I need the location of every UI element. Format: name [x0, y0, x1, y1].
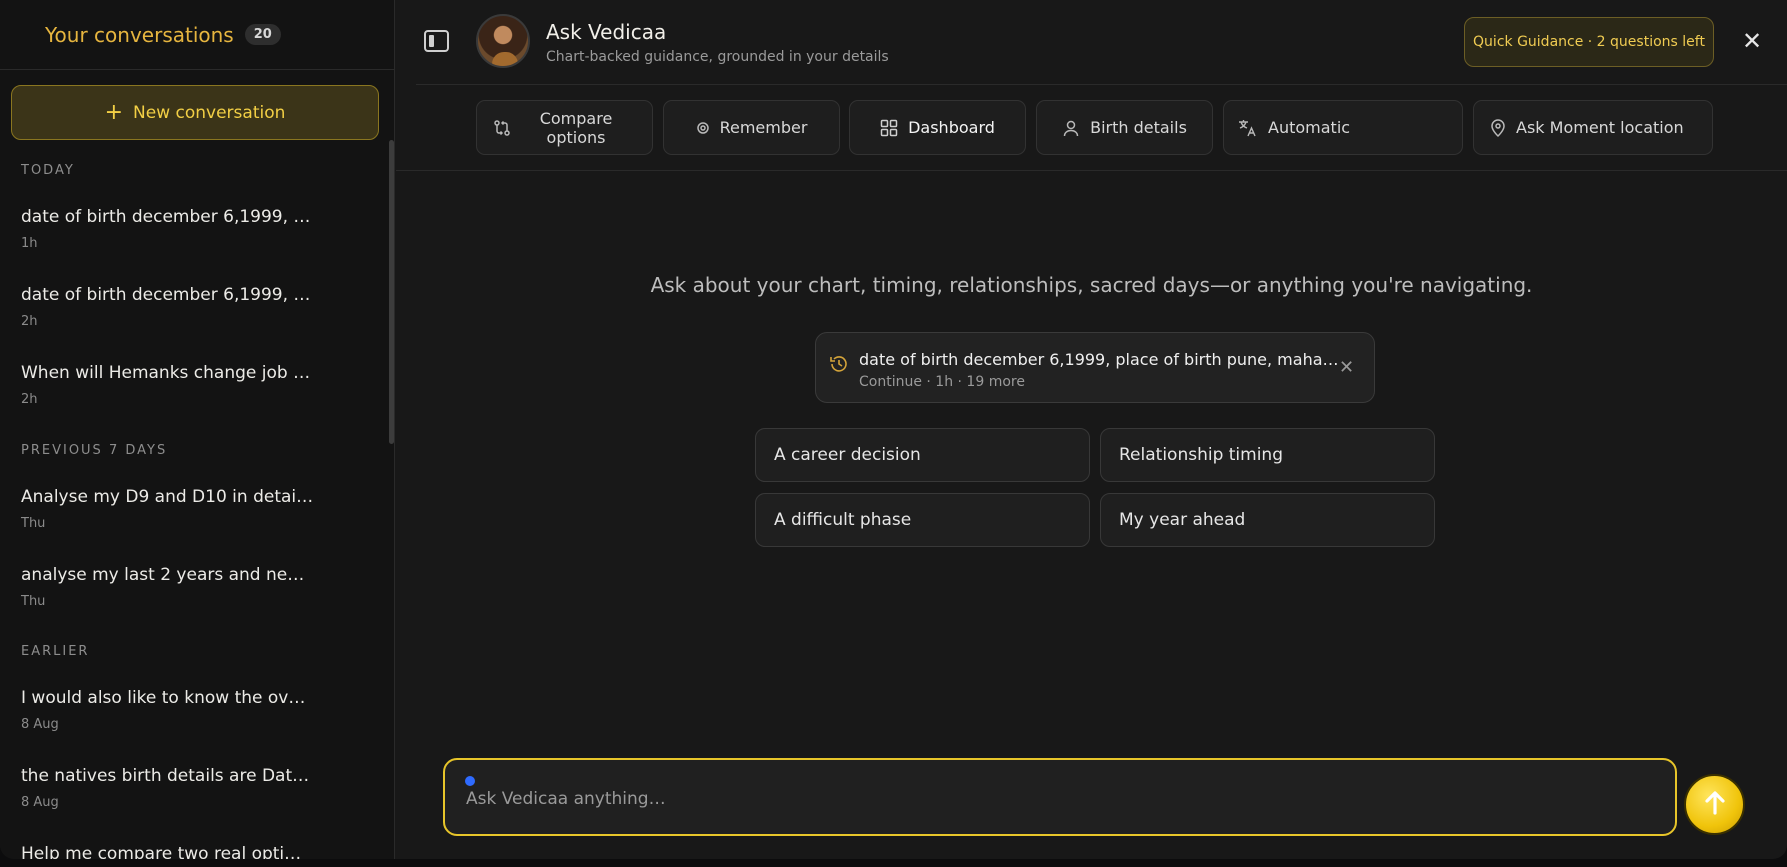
- resume-conversation-meta: Continue · 1h · 19 more: [859, 374, 1025, 390]
- remember-label: Remember: [719, 118, 808, 137]
- conversation-title: analyse my last 2 years and ne…: [21, 565, 305, 585]
- conversation-item[interactable]: Help me compare two real opti…: [21, 844, 321, 859]
- empty-state-prompt: Ask about your chart, timing, relationsh…: [650, 273, 1533, 297]
- translate-icon: [1238, 119, 1258, 137]
- group-label-earlier: EARLIER: [21, 644, 90, 659]
- conversation-title: date of birth december 6,1999, …: [21, 285, 311, 305]
- conversation-item[interactable]: the natives birth details are Dat… 8 Aug: [21, 766, 321, 810]
- suggestion-chip[interactable]: My year ahead: [1100, 493, 1435, 547]
- remember-button[interactable]: Remember: [663, 100, 840, 155]
- resume-conversation-card[interactable]: date of birth december 6,1999, place of …: [815, 332, 1375, 403]
- assistant-name: Ask Vedicaa: [546, 20, 667, 44]
- conversation-list: TODAY date of birth december 6,1999, … 1…: [0, 150, 388, 859]
- assistant-avatar: [476, 14, 530, 68]
- dismiss-icon[interactable]: ✕: [1339, 357, 1354, 378]
- suggestion-chip[interactable]: A career decision: [755, 428, 1090, 482]
- compare-icon: [493, 119, 511, 137]
- sidebar-toggle-icon[interactable]: [424, 30, 449, 52]
- conversation-title: I would also like to know the ov…: [21, 688, 306, 708]
- ask-moment-location-button[interactable]: Ask Moment location: [1473, 100, 1713, 155]
- chat-header: Ask Vedicaa Chart-backed guidance, groun…: [396, 0, 1787, 84]
- group-label-today: TODAY: [21, 163, 75, 178]
- conversation-sidebar: Your conversations 20 + New conversation…: [0, 0, 395, 859]
- dashboard-button[interactable]: Dashboard: [849, 100, 1026, 155]
- person-icon: [1062, 119, 1080, 137]
- birth-details-label: Birth details: [1090, 118, 1187, 137]
- history-icon: [829, 354, 849, 379]
- dashboard-grid-icon: [880, 119, 898, 137]
- compare-options-button[interactable]: Compare options: [476, 100, 653, 155]
- language-select[interactable]: Automatic: [1223, 100, 1463, 155]
- sidebar-title: Your conversations: [45, 22, 234, 47]
- compare-options-label: Compare options: [539, 108, 613, 147]
- conversation-time: Thu: [21, 516, 46, 531]
- conversation-title: When will Hemanks change job …: [21, 363, 311, 383]
- conversation-item[interactable]: Analyse my D9 and D10 in detai… Thu: [21, 487, 321, 531]
- suggestion-chip[interactable]: Relationship timing: [1100, 428, 1435, 482]
- assistant-subtitle: Chart-backed guidance, grounded in your …: [546, 49, 889, 65]
- conversation-time: 2h: [21, 314, 38, 329]
- conversation-item[interactable]: When will Hemanks change job … 2h: [21, 363, 321, 407]
- app-window: Your conversations 20 + New conversation…: [0, 0, 1787, 859]
- plus-icon: +: [104, 99, 124, 125]
- conversation-item[interactable]: date of birth december 6,1999, … 1h: [21, 207, 321, 251]
- conversation-time: 8 Aug: [21, 795, 59, 810]
- conversation-time: 8 Aug: [21, 717, 59, 732]
- conversation-item[interactable]: I would also like to know the ov… 8 Aug: [21, 688, 321, 732]
- resume-conversation-title: date of birth december 6,1999, place of …: [859, 350, 1339, 369]
- new-conversation-button[interactable]: + New conversation: [11, 85, 379, 140]
- conversation-item[interactable]: analyse my last 2 years and ne… Thu: [21, 565, 321, 609]
- conversation-title: Help me compare two real opti…: [21, 844, 302, 859]
- sidebar-scrollbar[interactable]: [389, 140, 394, 444]
- conversation-count-badge: 20: [244, 24, 281, 45]
- conversation-title: date of birth december 6,1999, …: [21, 207, 311, 227]
- dashboard-label: Dashboard: [908, 118, 995, 137]
- conversation-time: 1h: [21, 236, 38, 251]
- sidebar-header: Your conversations 20: [0, 0, 394, 70]
- quick-guidance-badge[interactable]: Quick Guidance · 2 questions left: [1464, 17, 1714, 67]
- conversation-time: Thu: [21, 594, 46, 609]
- conversation-title: the natives birth details are Dat…: [21, 766, 310, 786]
- conversation-title: Analyse my D9 and D10 in detai…: [21, 487, 314, 507]
- language-value: Automatic: [1268, 118, 1351, 137]
- message-composer: [443, 758, 1677, 836]
- suggestion-chip[interactable]: A difficult phase: [755, 493, 1090, 547]
- birth-details-button[interactable]: Birth details: [1036, 100, 1213, 155]
- close-icon[interactable]: ✕: [1742, 26, 1762, 56]
- map-pin-icon: [1490, 118, 1506, 137]
- group-label-previous-7-days: PREVIOUS 7 DAYS: [21, 443, 168, 458]
- send-button[interactable]: [1684, 774, 1745, 835]
- remember-icon: [696, 121, 710, 135]
- conversation-item[interactable]: date of birth december 6,1999, … 2h: [21, 285, 321, 329]
- conversation-time: 2h: [21, 392, 38, 407]
- chat-toolbar: Compare options Remember Dashboard Birth…: [396, 85, 1787, 171]
- message-input[interactable]: [466, 784, 1646, 814]
- ask-moment-location-label: Ask Moment location: [1516, 118, 1684, 137]
- new-conversation-label: New conversation: [133, 102, 286, 123]
- arrow-up-icon: [1700, 788, 1730, 822]
